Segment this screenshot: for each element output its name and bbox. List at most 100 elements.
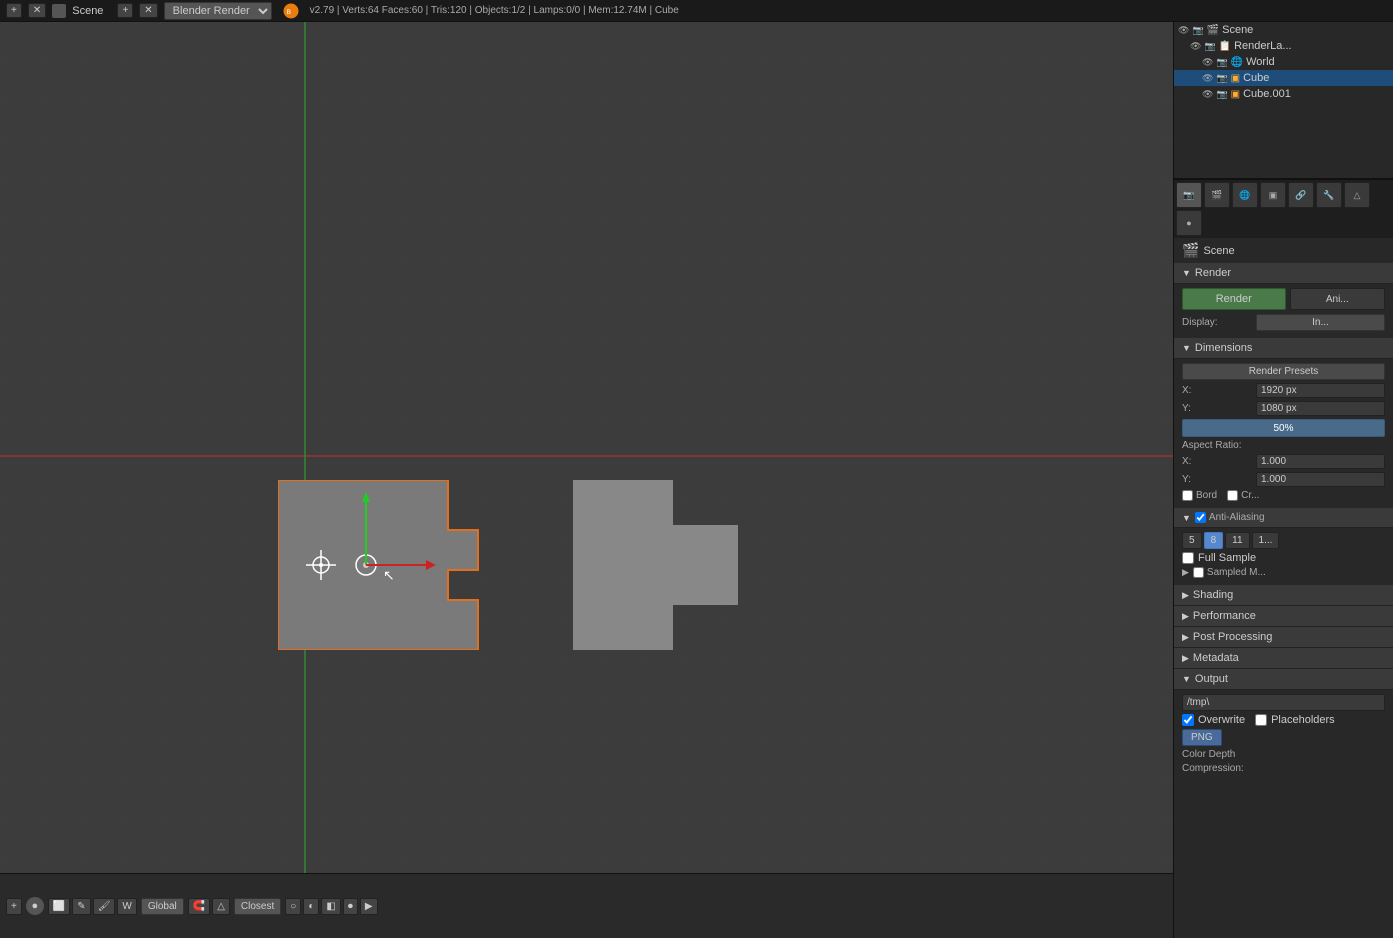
aspect-y-label: Y: (1182, 474, 1252, 485)
object-mode-button[interactable]: ⬜ (48, 898, 70, 915)
snap-toggle-button[interactable]: 🧲 (188, 898, 210, 915)
bottom-toolbar: + ● ⬜ ✎ 🖌 W Global 🧲 △ Closest ○ ◐ ◧ ⏺ ▶ (0, 873, 1173, 938)
eye-icon-rl: 👁 (1190, 41, 1201, 52)
full-sample-row: Full Sample (1182, 552, 1385, 564)
render-presets-button[interactable]: Render Presets (1182, 363, 1385, 380)
tab-scene[interactable]: 🎬 (1204, 182, 1230, 208)
scene-close-button[interactable]: ✕ (139, 3, 157, 18)
resolution-y-value[interactable]: 1080 px (1256, 401, 1385, 416)
bord-checkbox-label: Bord (1182, 490, 1217, 501)
placeholders-label: Placeholders (1271, 714, 1335, 726)
tab-constraints[interactable]: 🔗 (1288, 182, 1314, 208)
performance-section-label: Performance (1193, 610, 1256, 622)
post-processing-section-label: Post Processing (1193, 631, 1272, 643)
resolution-x-value[interactable]: 1920 px (1256, 383, 1385, 398)
scene-icon: 🎬 (1207, 25, 1219, 36)
performance-section-header[interactable]: ▶ Performance (1174, 606, 1393, 627)
compression-row: Compression: (1182, 763, 1385, 774)
snap-element-button[interactable]: △ (212, 898, 230, 915)
blender-logo-icon: B (282, 2, 300, 20)
dimensions-label: Dimensions (1195, 342, 1252, 354)
display-dropdown[interactable]: In... (1256, 314, 1385, 331)
outliner-item-cube001[interactable]: 👁 📷 ▣ Cube.001 (1174, 86, 1393, 102)
snap-mode-dropdown[interactable]: Closest (234, 898, 281, 915)
sculpt-mode-button[interactable]: 🖌 (93, 898, 116, 915)
tab-data[interactable]: △ (1344, 182, 1370, 208)
placeholders-checkbox[interactable] (1255, 714, 1267, 726)
scene-label: Scene (72, 5, 103, 17)
aspect-ratio-label: Aspect Ratio: (1182, 440, 1241, 451)
resolution-y-label: Y: (1182, 403, 1252, 414)
weight-mode-button[interactable]: W (117, 898, 136, 915)
aa-11-button[interactable]: 11 (1225, 532, 1249, 549)
add-workspace-button[interactable]: + (6, 3, 22, 18)
aspect-y-value[interactable]: 1.000 (1256, 472, 1385, 487)
cro-checkbox[interactable] (1227, 490, 1238, 501)
outliner-item-renderlayer[interactable]: 👁 📷 📋 RenderLa... (1174, 38, 1393, 54)
viewport-shade-button[interactable]: ● (26, 897, 44, 915)
render-button[interactable]: Render (1182, 288, 1286, 310)
aa-8-button[interactable]: 8 (1204, 532, 1224, 549)
dimensions-section-header[interactable]: ▼ Dimensions (1174, 338, 1393, 359)
full-sample-checkbox[interactable] (1182, 552, 1194, 564)
shading-collapse-arrow: ▶ (1182, 590, 1189, 601)
display-label: Display: (1182, 317, 1252, 328)
full-sample-label: Full Sample (1198, 552, 1256, 564)
bord-checkbox[interactable] (1182, 490, 1193, 501)
shading-section-header[interactable]: ▶ Shading (1174, 585, 1393, 606)
tab-material[interactable]: ● (1176, 210, 1202, 236)
aspect-x-value[interactable]: 1.000 (1256, 454, 1385, 469)
render-engine-dropdown[interactable]: Blender Render (164, 2, 272, 20)
top-bar: + ✕ Scene + ✕ Blender Render B v2.79 | V… (0, 0, 1393, 22)
viewport[interactable]: ↖ (0, 22, 1173, 873)
scene-add-button[interactable]: + (117, 3, 133, 18)
world-icon: 🌐 (1231, 57, 1243, 68)
overwrite-label: Overwrite (1198, 714, 1245, 726)
metadata-section-header[interactable]: ▶ Metadata (1174, 648, 1393, 669)
metadata-collapse-arrow: ▶ (1182, 653, 1189, 664)
aa-16-button[interactable]: 1... (1252, 532, 1280, 549)
tab-object[interactable]: ▣ (1260, 182, 1286, 208)
render-icon-cube: 📷 (1216, 73, 1227, 84)
mesh-icon-cube: ▣ (1231, 73, 1240, 84)
transform-orientation-dropdown[interactable]: Global (141, 898, 184, 915)
resolution-percent-bar[interactable]: 50% (1182, 419, 1385, 437)
output-collapse-arrow: ▼ (1182, 674, 1191, 684)
eye-icon-cube001: 👁 (1202, 89, 1213, 100)
viewport-mode-buttons: ⬜ ✎ 🖌 W (48, 898, 137, 915)
aa-5-button[interactable]: 5 (1182, 532, 1202, 549)
cro-label: Cr... (1241, 490, 1259, 501)
color-depth-label: Color Depth (1182, 749, 1252, 760)
output-section-header[interactable]: ▼ Output (1174, 669, 1393, 690)
render-section-header[interactable]: ▼ Render (1174, 263, 1393, 284)
render-icon-cube001: 📷 (1216, 89, 1227, 100)
proportional-edit-button[interactable]: ○ (285, 898, 301, 915)
render-icon: 📷 (1192, 25, 1203, 36)
play-button[interactable]: ▶ (360, 898, 378, 915)
outliner-item-world[interactable]: 👁 📷 🌐 World (1174, 54, 1393, 70)
mesh-icon-cube001: ▣ (1231, 89, 1240, 100)
tab-world[interactable]: 🌐 (1232, 182, 1258, 208)
close-workspace-button[interactable]: ✕ (28, 3, 46, 18)
tab-modifiers[interactable]: 🔧 (1316, 182, 1342, 208)
outliner-renderlayer-label: RenderLa... (1234, 40, 1291, 52)
aa-section-header[interactable]: ▼ Anti-Aliasing (1174, 508, 1393, 528)
post-processing-section-header[interactable]: ▶ Post Processing (1174, 627, 1393, 648)
record-button[interactable]: ⏺ (343, 898, 358, 915)
output-path-input[interactable] (1182, 694, 1385, 711)
sampled-checkbox[interactable] (1193, 567, 1204, 578)
outliner-item-scene[interactable]: 👁 📷 🎬 Scene (1174, 22, 1393, 38)
proportional-falloff-button[interactable]: ◐ (303, 898, 319, 915)
animation-button[interactable]: Ani... (1290, 288, 1386, 310)
add-object-button[interactable]: + (6, 898, 22, 915)
aa-checkbox[interactable] (1195, 512, 1206, 523)
outliner-cube-label: Cube (1243, 72, 1269, 84)
svg-text:B: B (286, 9, 291, 16)
overwrite-checkbox[interactable] (1182, 714, 1194, 726)
tab-render[interactable]: 📷 (1176, 182, 1202, 208)
edit-mode-button[interactable]: ✎ (72, 898, 90, 915)
aspect-x-row: X: 1.000 (1182, 454, 1385, 469)
mirror-button[interactable]: ◧ (321, 898, 340, 915)
outliner-item-cube[interactable]: 👁 📷 ▣ Cube (1174, 70, 1393, 86)
format-button[interactable]: PNG (1182, 729, 1222, 746)
